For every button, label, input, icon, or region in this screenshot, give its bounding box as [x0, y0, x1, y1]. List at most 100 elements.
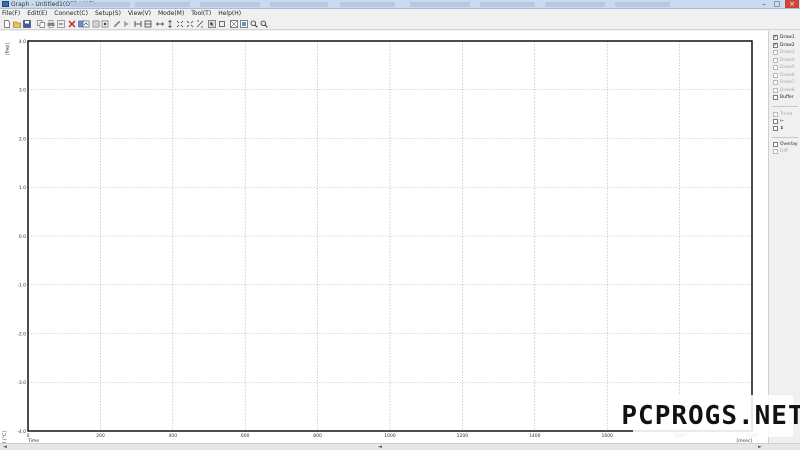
graph-area[interactable]: 4.0 3.0 2.0 1.0 0.0 -1.0 -2.0 -3.0 -4.0 0 200 400 60…: [0, 31, 768, 443]
draw-checkbox-1[interactable]: ✓ Draw1: [773, 34, 795, 41]
menu-help[interactable]: Help(H): [218, 9, 241, 18]
export-icon[interactable]: [82, 20, 90, 28]
trend-label: Trend: [780, 112, 793, 117]
titlebar-tab-ghost: [545, 2, 605, 7]
fit-icon[interactable]: [134, 20, 142, 28]
app-icon: [2, 1, 9, 7]
diff-checkbox[interactable]: Diff: [773, 148, 788, 155]
print-icon[interactable]: [47, 20, 55, 28]
cursor-h-checkbox[interactable]: ⊢: [773, 118, 784, 125]
graph-canvas[interactable]: 4.03.02.01.00.0-1.0-2.0-3.0-4.00 200 400 60…: [0, 31, 768, 443]
panel-divider: [772, 137, 798, 138]
x-tick-label: 400: [169, 433, 178, 439]
menu-file[interactable]: File(F): [2, 9, 20, 18]
settings-icon[interactable]: [101, 20, 109, 28]
maximize-button[interactable]: □: [771, 0, 783, 8]
buffer-check-box[interactable]: [773, 95, 778, 100]
draw-checkbox-6[interactable]: Draw6: [773, 72, 795, 79]
diff-label: Diff: [780, 149, 788, 154]
open-icon[interactable]: [13, 20, 21, 28]
menu-tool[interactable]: Tool(T): [191, 9, 211, 18]
titlebar-tab-ghost: [270, 2, 328, 7]
pen-icon[interactable]: [113, 20, 121, 28]
connect-icon[interactable]: [68, 20, 76, 28]
y-tick-label: -4.0: [17, 429, 26, 435]
titlebar-tab-ghost: [340, 2, 395, 7]
y-axis-unit: [deg]: [4, 43, 10, 55]
minimize-button[interactable]: –: [758, 0, 770, 8]
diff-check-box[interactable]: [773, 149, 778, 154]
y-tick-label: 3.0: [19, 88, 26, 94]
draw-check-box[interactable]: [773, 80, 778, 85]
zoom-out-icon[interactable]: [186, 20, 194, 28]
draw-label: Draw5: [780, 65, 795, 70]
x-tick-label: 1400: [529, 433, 541, 439]
grid-icon[interactable]: [196, 20, 204, 28]
trend-checkbox[interactable]: Trend: [773, 111, 792, 118]
draw-check-box[interactable]: [773, 50, 778, 55]
x-tick-label: 1200: [457, 433, 469, 439]
menu-connect[interactable]: Connect(C): [54, 9, 88, 18]
draw-label: Draw6: [780, 72, 795, 78]
measure-icon[interactable]: [230, 20, 238, 28]
buffer-checkbox[interactable]: Buffer: [773, 94, 794, 101]
overlay-label: Overlay: [780, 142, 798, 147]
save-icon[interactable]: [23, 20, 31, 28]
y-tick-label: -2.0: [17, 331, 26, 337]
find-icon[interactable]: [260, 20, 268, 28]
draw-checkbox-3[interactable]: Draw3: [773, 49, 795, 56]
menu-view[interactable]: View(V): [128, 9, 151, 18]
x-tick-label: 1000: [384, 433, 396, 439]
draw-checkbox-7[interactable]: Draw7: [773, 79, 795, 86]
zoom-x-icon[interactable]: [156, 20, 164, 28]
cursor-h-check-box[interactable]: [773, 119, 778, 124]
draw-check-box[interactable]: [773, 87, 778, 93]
buffer-label: Buffer: [780, 95, 794, 100]
menu-mode[interactable]: Mode(M): [158, 9, 184, 18]
menu-edit[interactable]: Edit(E): [27, 9, 47, 18]
draw-check-box[interactable]: [773, 57, 778, 63]
draw-check-box[interactable]: ✓: [773, 35, 778, 40]
scroll-left-arrow[interactable]: ◄: [3, 444, 7, 450]
draw-check-box[interactable]: [773, 65, 778, 70]
run-icon[interactable]: [122, 20, 130, 28]
draw-panel: ✓ Draw1 ✓ Draw2 Draw3 Draw4 Draw5 Draw6 Draw7 Dra…: [768, 31, 800, 443]
y-tick-label: 4.0: [19, 39, 26, 45]
cursor-v-check-box[interactable]: [773, 126, 778, 131]
trend-check-box[interactable]: [773, 112, 778, 117]
horizontal-scrollbar[interactable]: ◄ ◄ ►: [0, 443, 800, 450]
zoom-y-icon[interactable]: [166, 20, 174, 28]
draw-label: Draw7: [780, 80, 795, 85]
zoom-in-icon[interactable]: [176, 20, 184, 28]
scroll-right-arrow[interactable]: ►: [758, 444, 762, 450]
overlay-checkbox[interactable]: Overlay: [773, 141, 798, 148]
cursor-icon[interactable]: [208, 20, 216, 28]
draw-checkbox-4[interactable]: Draw4: [773, 57, 795, 64]
cursor-v-icon: ↨: [780, 126, 784, 131]
cut-icon[interactable]: [57, 20, 65, 28]
close-button[interactable]: ×: [785, 0, 799, 8]
x-tick-label: 600: [241, 433, 250, 439]
y-axis-label: Draw1,2 [°C]: [2, 431, 8, 443]
y-tick-label: 1.0: [19, 185, 26, 191]
draw-label: Draw2: [780, 42, 795, 48]
draw-check-box[interactable]: ✓: [773, 42, 778, 48]
rect-icon[interactable]: [218, 20, 226, 28]
draw-checkbox-8[interactable]: Draw8: [773, 87, 795, 94]
new-icon[interactable]: [3, 20, 11, 28]
overlay-check-box[interactable]: [773, 142, 778, 147]
magnify-icon[interactable]: [250, 20, 258, 28]
x-tick-label: 200: [96, 433, 105, 439]
draw-checkbox-5[interactable]: Draw5: [773, 64, 795, 71]
copy-icon[interactable]: [37, 20, 45, 28]
cursor-h-icon: ⊢: [780, 119, 784, 124]
draw-check-box[interactable]: [773, 72, 778, 78]
draw-checkbox-2[interactable]: ✓ Draw2: [773, 42, 795, 49]
y-tick-label: -1.0: [17, 283, 26, 289]
expand-icon[interactable]: [144, 20, 152, 28]
menu-setup[interactable]: Setup(S): [95, 9, 121, 18]
cursor-v-checkbox[interactable]: ↨: [773, 125, 784, 132]
scroll-thumb-arrow[interactable]: ◄: [378, 444, 382, 450]
config-icon[interactable]: [92, 20, 100, 28]
window-icon[interactable]: [240, 20, 248, 28]
